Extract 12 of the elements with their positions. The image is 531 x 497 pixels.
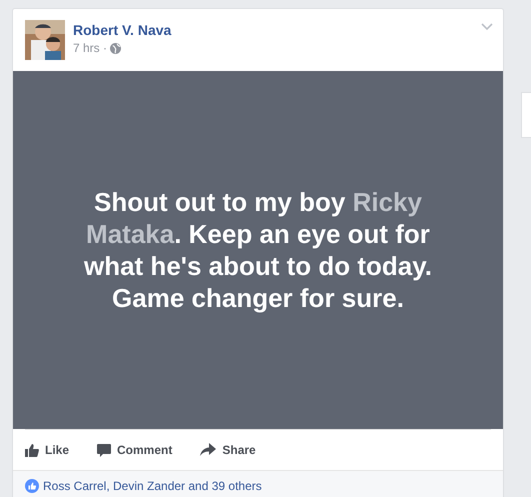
status-text: Shout out to my boy Ricky Mataka. Keep an eye out for what he's about to do today. Game changer for sure. xyxy=(82,186,434,314)
share-button[interactable]: Share xyxy=(200,443,256,457)
author-name[interactable]: Robert V. Nava xyxy=(73,22,172,38)
speech-bubble-icon xyxy=(97,443,112,457)
thumbs-up-icon xyxy=(25,443,39,457)
globe-icon xyxy=(110,42,122,54)
reactions-text[interactable]: Ross Carrel, Devin Zander and 39 others xyxy=(43,479,262,493)
like-button[interactable]: Like xyxy=(25,443,70,457)
thumbs-up-icon xyxy=(25,479,39,493)
chevron-down-icon[interactable] xyxy=(481,23,493,31)
share-arrow-icon xyxy=(200,443,216,457)
comment-button[interactable]: Comment xyxy=(97,443,172,457)
